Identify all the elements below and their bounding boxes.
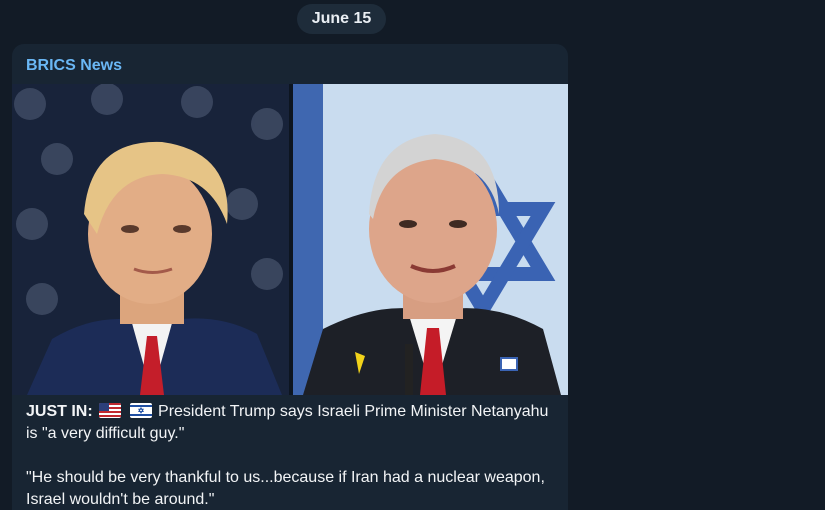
chat-area: June 15 BRICS News JUST IN: President Tr… [0,0,825,510]
lead-label: JUST IN: [26,403,93,420]
post-text: JUST IN: President Trump says Israeli Pr… [26,401,556,510]
post-photo[interactable] [12,84,568,395]
channel-name[interactable]: BRICS News [26,57,122,75]
post-paragraph-2: "He should be very thankful to us...beca… [26,469,545,508]
post-paragraph-1: JUST IN: President Trump says Israeli Pr… [26,401,556,445]
us-flag-icon [99,403,122,418]
date-separator: June 15 [297,4,386,34]
portrait-photo-right [293,84,568,395]
portrait-photo-left [12,84,289,395]
channel-post[interactable]: BRICS News JUST IN: President Trump says… [12,44,568,510]
israel-flag-icon [129,403,152,418]
